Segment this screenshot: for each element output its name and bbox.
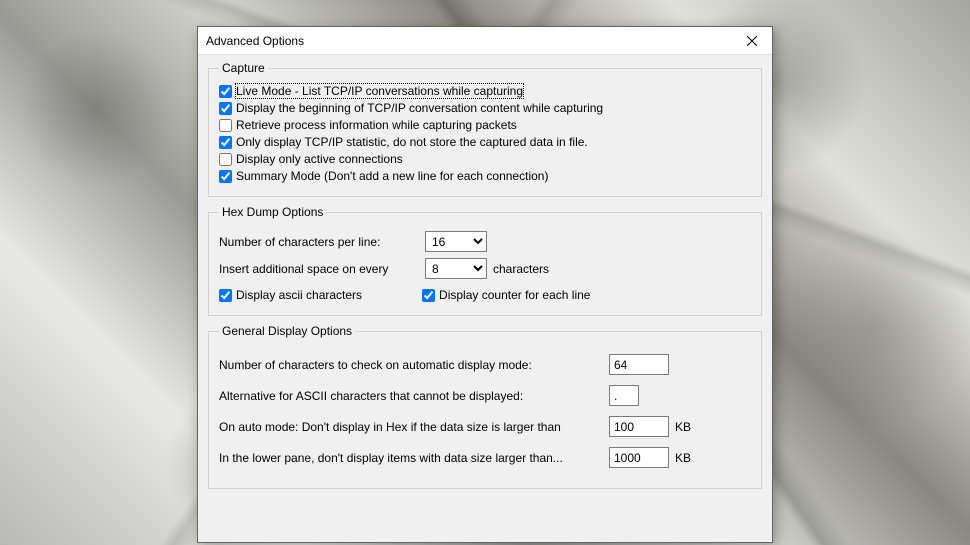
- window-content: Capture Live Mode - List TCP/IP conversa…: [198, 55, 772, 542]
- close-icon: [747, 36, 757, 46]
- capture-legend: Capture: [219, 61, 268, 75]
- capture-checkbox-2[interactable]: [219, 119, 232, 132]
- auto-mode-input[interactable]: [609, 416, 669, 437]
- general-display-legend: General Display Options: [219, 324, 355, 338]
- display-counter-checkbox[interactable]: [422, 289, 435, 302]
- advanced-options-window: Advanced Options Capture Live Mode - Lis…: [197, 26, 773, 543]
- chars-per-line-label: Number of characters per line:: [219, 235, 419, 249]
- display-ascii-label[interactable]: Display ascii characters: [236, 288, 362, 302]
- insert-space-label: Insert additional space on every: [219, 262, 419, 276]
- capture-checkbox-1[interactable]: [219, 102, 232, 115]
- num-chars-input[interactable]: [609, 354, 669, 375]
- auto-mode-label: On auto mode: Don't display in Hex if th…: [219, 420, 609, 434]
- hex-dump-legend: Hex Dump Options: [219, 205, 326, 219]
- general-display-group: General Display Options Number of charac…: [208, 324, 762, 489]
- capture-label-2[interactable]: Retrieve process information while captu…: [236, 118, 517, 132]
- hex-dump-group: Hex Dump Options Number of characters pe…: [208, 205, 762, 316]
- display-counter-label[interactable]: Display counter for each line: [439, 288, 590, 302]
- lower-pane-input[interactable]: [609, 447, 669, 468]
- capture-checkbox-4[interactable]: [219, 153, 232, 166]
- window-title: Advanced Options: [206, 34, 732, 48]
- chars-per-line-select[interactable]: 16: [425, 231, 487, 252]
- ascii-alt-input[interactable]: [609, 385, 639, 406]
- capture-label-5[interactable]: Summary Mode (Don't add a new line for e…: [236, 169, 548, 183]
- insert-space-select[interactable]: 8: [425, 258, 487, 279]
- display-ascii-checkbox[interactable]: [219, 289, 232, 302]
- capture-label-0[interactable]: Live Mode - List TCP/IP conversations wh…: [236, 84, 523, 98]
- capture-group: Capture Live Mode - List TCP/IP conversa…: [208, 61, 762, 197]
- capture-label-3[interactable]: Only display TCP/IP statistic, do not st…: [236, 135, 588, 149]
- lower-pane-label: In the lower pane, don't display items w…: [219, 451, 609, 465]
- capture-label-4[interactable]: Display only active connections: [236, 152, 403, 166]
- insert-space-suffix: characters: [493, 262, 549, 276]
- capture-checkbox-5[interactable]: [219, 170, 232, 183]
- titlebar: Advanced Options: [198, 27, 772, 55]
- lower-pane-unit: KB: [675, 451, 691, 465]
- close-button[interactable]: [732, 27, 772, 55]
- capture-checkbox-0[interactable]: [219, 85, 232, 98]
- num-chars-label: Number of characters to check on automat…: [219, 358, 609, 372]
- ascii-alt-label: Alternative for ASCII characters that ca…: [219, 389, 609, 403]
- capture-checkbox-3[interactable]: [219, 136, 232, 149]
- capture-label-1[interactable]: Display the beginning of TCP/IP conversa…: [236, 101, 603, 115]
- auto-mode-unit: KB: [675, 420, 691, 434]
